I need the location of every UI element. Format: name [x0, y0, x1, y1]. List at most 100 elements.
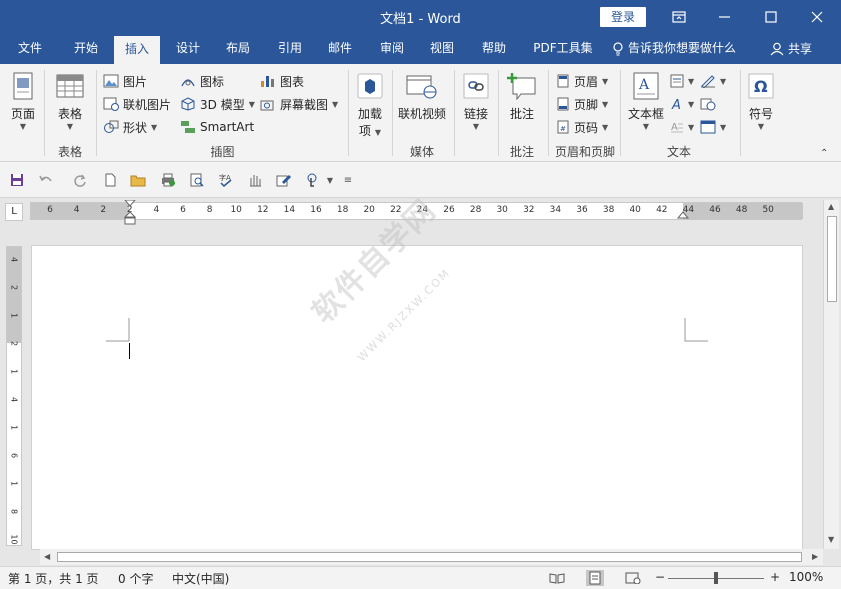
- scroll-up-icon[interactable]: ▲: [828, 202, 834, 211]
- smartart-button[interactable]: SmartArt: [180, 117, 254, 137]
- tell-me-search[interactable]: 告诉我你想要做什么: [612, 33, 736, 64]
- minimize-button[interactable]: [702, 0, 748, 33]
- save-button[interactable]: [7, 170, 27, 190]
- print-preview-button[interactable]: [187, 170, 207, 190]
- tab-mailings[interactable]: 邮件: [318, 33, 362, 64]
- touch-mode-button[interactable]: [245, 170, 265, 190]
- print-button[interactable]: [158, 170, 178, 190]
- web-layout-icon[interactable]: [625, 572, 641, 584]
- chevron-down-icon: ▼: [472, 122, 480, 131]
- header-button[interactable]: 页眉 ▼: [556, 71, 608, 91]
- undo-button[interactable]: [36, 170, 56, 190]
- edit-button[interactable]: [274, 170, 294, 190]
- comment-button[interactable]: 批注: [502, 70, 542, 122]
- screenshot-button[interactable]: 屏幕截图 ▼: [260, 94, 338, 114]
- ruler-tick-label: 6: [47, 205, 53, 215]
- collapse-ribbon-icon[interactable]: ⌃: [820, 148, 828, 159]
- chevron-down-icon[interactable]: ▼: [320, 170, 340, 190]
- login-button[interactable]: 登录: [600, 7, 646, 27]
- chart-button[interactable]: 图表: [260, 71, 304, 91]
- close-button[interactable]: [794, 0, 840, 33]
- online-video-label: 联机视频: [397, 107, 446, 121]
- scroll-thumb[interactable]: [57, 552, 802, 562]
- tab-references[interactable]: 引用: [268, 33, 312, 64]
- share-button[interactable]: 共享: [770, 33, 812, 64]
- redo-button[interactable]: [70, 170, 90, 190]
- zoom-slider-thumb[interactable]: [714, 572, 718, 584]
- page-number-button[interactable]: # 页码 ▼: [556, 117, 608, 137]
- ruler-tick-label: 1: [9, 480, 19, 487]
- page-icon: [7, 70, 39, 102]
- icons-label: 图标: [200, 74, 225, 89]
- vertical-scrollbar[interactable]: ▲ ▼: [823, 200, 839, 549]
- group-separator: [620, 70, 621, 156]
- group-separator: [96, 70, 97, 156]
- new-document-button[interactable]: [100, 170, 120, 190]
- title-bar: 文档1 - Word 登录: [0, 0, 841, 33]
- header-label: 页眉: [574, 74, 599, 89]
- scroll-right-icon[interactable]: ▶: [812, 552, 818, 561]
- customize-toolbar-icon[interactable]: ≡: [338, 170, 358, 190]
- tab-home[interactable]: 开始: [62, 33, 110, 64]
- touch-pointer-button[interactable]: [302, 170, 322, 190]
- ruler-tick-label: 38: [602, 205, 615, 215]
- textbox-button[interactable]: A 文本框 ▼: [624, 70, 668, 131]
- save-icon: [11, 174, 23, 186]
- language[interactable]: 中文(中国): [172, 570, 229, 587]
- object-button[interactable]: ▼: [700, 117, 726, 137]
- ribbon-tabs: 文件 开始 插入 设计 布局 引用 邮件 审阅 视图 帮助 PDF工具集 告诉我…: [0, 33, 841, 64]
- footer-button[interactable]: 页脚 ▼: [556, 94, 608, 114]
- maximize-button[interactable]: [748, 0, 794, 33]
- right-indent-marker-icon[interactable]: [677, 211, 689, 221]
- tab-selector[interactable]: L: [5, 203, 23, 221]
- symbol-button[interactable]: Ω 符号 ▼: [744, 70, 778, 131]
- ruler-tick-label: 4: [9, 256, 19, 263]
- camera-icon: [260, 100, 274, 111]
- table-button[interactable]: 表格 ▼: [50, 70, 90, 131]
- date-time-button[interactable]: [700, 94, 716, 114]
- picture-button[interactable]: 图片: [103, 71, 147, 91]
- spelling-button[interactable]: 字A: [216, 170, 236, 190]
- ribbon-display-options-button[interactable]: [656, 0, 702, 33]
- print-layout-icon[interactable]: [586, 570, 604, 586]
- zoom-out-button[interactable]: −: [655, 570, 665, 584]
- tab-review[interactable]: 审阅: [370, 33, 414, 64]
- ruler-tick-label: 4: [153, 205, 160, 215]
- tab-pdf-tools[interactable]: PDF工具集: [528, 33, 598, 64]
- tab-help[interactable]: 帮助: [472, 33, 516, 64]
- open-button[interactable]: [128, 170, 148, 190]
- wordart-button[interactable]: A ▼: [670, 94, 694, 114]
- zoom-level[interactable]: 100%: [789, 570, 823, 584]
- tab-design[interactable]: 设计: [166, 33, 210, 64]
- document-page[interactable]: [31, 245, 803, 550]
- ruler-tick-label: 6: [180, 205, 186, 215]
- 3d-models-button[interactable]: 3D 模型 ▼: [180, 94, 255, 114]
- signature-line-button[interactable]: ▼: [700, 71, 726, 91]
- online-video-button[interactable]: 联机视频: [396, 70, 448, 122]
- scroll-down-icon[interactable]: ▼: [828, 535, 834, 544]
- links-button[interactable]: 链接 ▼: [458, 70, 494, 131]
- scroll-left-icon[interactable]: ◀: [44, 552, 50, 561]
- read-mode-icon[interactable]: [549, 572, 565, 584]
- tab-view[interactable]: 视图: [420, 33, 464, 64]
- shapes-button[interactable]: 形状 ▼: [103, 117, 157, 137]
- ribbon-insert: 页面 ▼ 表格 ▼ 表格 图片 联机图片 形状 ▼ 图标 3D 模型 ▼ Sma…: [0, 64, 841, 162]
- text-cursor: [129, 343, 130, 359]
- icons-button[interactable]: 图标: [180, 71, 224, 91]
- indent-marker-icon[interactable]: [123, 200, 137, 226]
- page-count[interactable]: 第 1 页，共 1 页: [8, 570, 99, 587]
- horizontal-scrollbar[interactable]: ◀ ▶: [40, 549, 823, 565]
- tab-file[interactable]: 文件: [6, 33, 54, 64]
- quick-parts-button[interactable]: ▼: [670, 71, 694, 91]
- links-label: 链接: [463, 107, 488, 121]
- vertical-ruler[interactable]: 4 2 1 2 1 4 1 6 1 8 10: [6, 246, 22, 546]
- word-count[interactable]: 0 个字: [118, 570, 153, 587]
- zoom-in-button[interactable]: +: [770, 570, 780, 584]
- online-picture-button[interactable]: 联机图片: [103, 94, 171, 114]
- pages-button[interactable]: 页面 ▼: [4, 70, 42, 131]
- tab-layout[interactable]: 布局: [216, 33, 260, 64]
- drop-cap-button[interactable]: A ▼: [670, 117, 694, 137]
- scroll-thumb[interactable]: [827, 216, 837, 302]
- tab-insert[interactable]: 插入: [114, 36, 160, 64]
- addins-button[interactable]: 加载 项 ▼: [352, 70, 388, 139]
